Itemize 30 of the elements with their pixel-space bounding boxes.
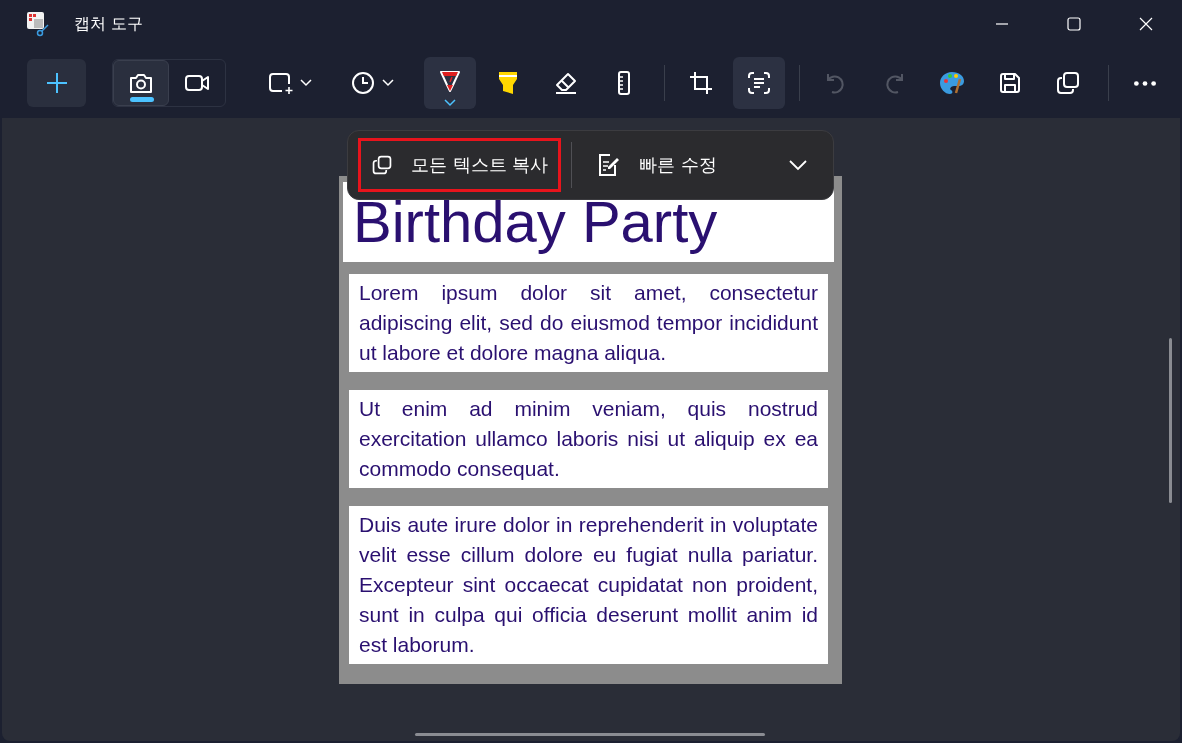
close-icon[interactable] <box>1138 16 1154 32</box>
rectangle-icon <box>268 70 294 96</box>
maximize-icon[interactable] <box>1066 16 1082 32</box>
crop-icon <box>688 70 714 96</box>
image-paragraph: Lorem ipsum dolor sit amet, consectetur adipiscing elit, sed do eiusmod tempor incididunt ut labore et dolore magna aliqua. <box>349 274 828 372</box>
new-button[interactable] <box>27 59 86 107</box>
chevron-down-icon <box>382 79 394 87</box>
image-paragraph: Duis aute irure dolor in reprehenderit in voluptate velit esse cillum dolore eu fugiat nulla pariatur. Excepteur sint occaecat cupidatat non proident, sunt in culpa qui officia deserunt mollit anim id est laborum. <box>349 506 828 664</box>
clock-icon <box>350 70 376 96</box>
window-title: 캡처 도구 <box>74 13 144 35</box>
chevron-down-icon[interactable] <box>789 159 807 171</box>
text-tool-button[interactable] <box>733 57 785 109</box>
scrollbar[interactable] <box>415 733 765 736</box>
eraser-icon <box>553 70 579 96</box>
copy-all-text-button[interactable]: 모든 텍스트 복사 <box>358 138 562 192</box>
copy-icon <box>1055 70 1081 96</box>
pen-tool-button[interactable] <box>424 57 476 109</box>
camera-button[interactable] <box>113 60 169 106</box>
chevron-down-icon <box>300 79 312 87</box>
palette-icon <box>938 69 966 97</box>
camera-icon <box>128 71 154 95</box>
scrollbar[interactable] <box>1169 338 1172 503</box>
copy-icon <box>371 154 393 176</box>
image-paragraph: Ut enim ad minim veniam, quis nostrud exercitation ullamco laboris nisi ut aliquip ex ea commodo consequat. <box>349 390 828 488</box>
plus-icon <box>44 71 69 95</box>
app-icon <box>26 11 50 37</box>
more-icon <box>1134 80 1156 86</box>
text-scan-icon <box>746 70 772 96</box>
chevron-down-icon <box>444 99 456 107</box>
save-icon <box>997 70 1023 96</box>
